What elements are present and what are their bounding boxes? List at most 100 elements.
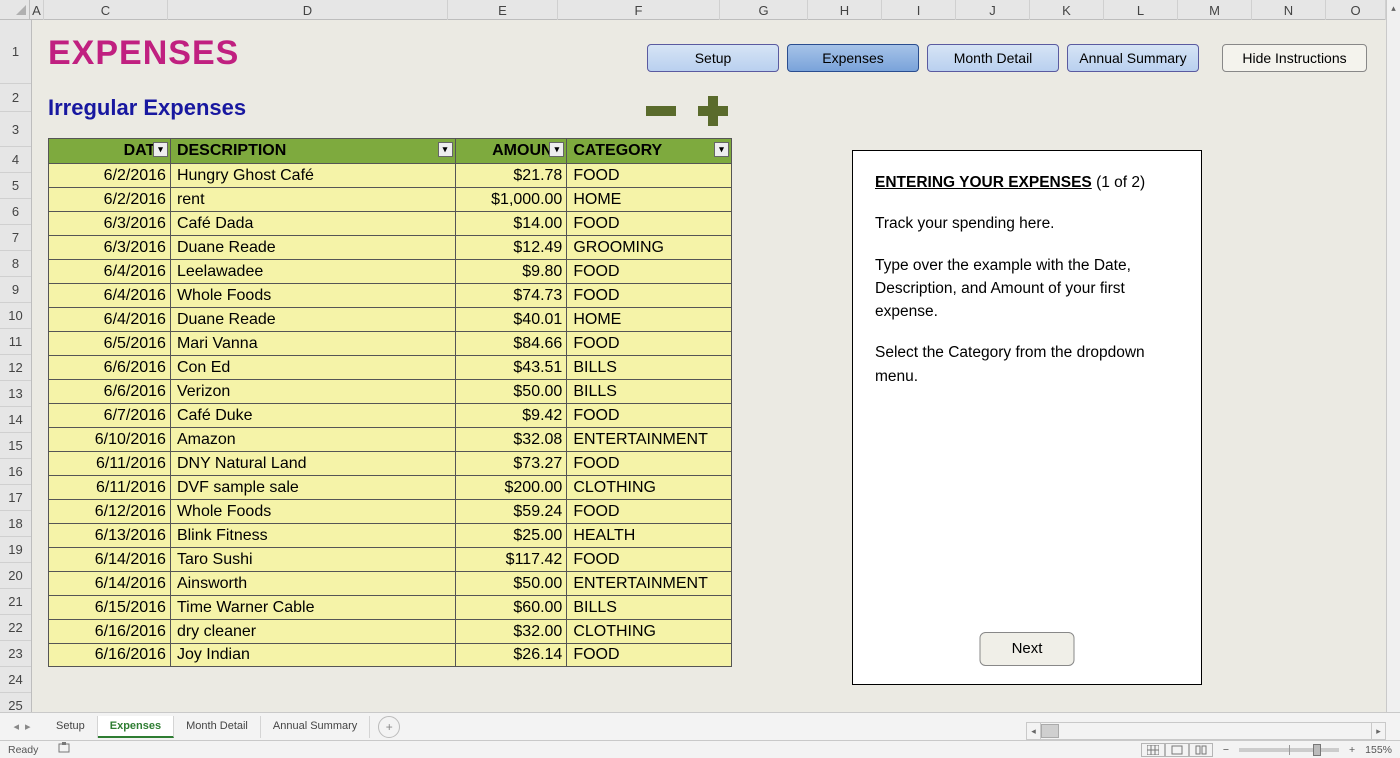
- column-header-D[interactable]: D: [168, 0, 448, 20]
- row-header-3[interactable]: 3: [0, 112, 31, 147]
- row-header-13[interactable]: 13: [0, 381, 31, 407]
- sheet-nav-arrows[interactable]: ◂▸: [0, 720, 44, 733]
- cell-date[interactable]: 6/14/2016: [49, 548, 171, 572]
- select-all-corner[interactable]: [0, 0, 30, 20]
- scroll-right-arrow[interactable]: ▸: [1371, 723, 1385, 739]
- cell-cat[interactable]: FOOD: [567, 212, 732, 236]
- row-header-17[interactable]: 17: [0, 485, 31, 511]
- cell-cat[interactable]: HOME: [567, 308, 732, 332]
- cell-desc[interactable]: Café Duke: [170, 404, 455, 428]
- next-button[interactable]: Next: [980, 632, 1075, 666]
- cell-date[interactable]: 6/11/2016: [49, 452, 171, 476]
- cell-cat[interactable]: FOOD: [567, 164, 732, 188]
- cell-date[interactable]: 6/4/2016: [49, 260, 171, 284]
- cell-amt[interactable]: $14.00: [455, 212, 567, 236]
- zoom-level[interactable]: 155%: [1365, 744, 1392, 756]
- cell-amt[interactable]: $200.00: [455, 476, 567, 500]
- column-header-M[interactable]: M: [1178, 0, 1252, 20]
- column-header-I[interactable]: I: [882, 0, 956, 20]
- nav-button-month-detail[interactable]: Month Detail: [927, 44, 1059, 72]
- cell-amt[interactable]: $9.80: [455, 260, 567, 284]
- filter-dropdown-icon[interactable]: ▾: [153, 142, 168, 157]
- table-header-description[interactable]: DESCRIPTION▾: [170, 139, 455, 164]
- cell-cat[interactable]: ENTERTAINMENT: [567, 572, 732, 596]
- nav-button-setup[interactable]: Setup: [647, 44, 779, 72]
- cell-cat[interactable]: CLOTHING: [567, 476, 732, 500]
- table-row[interactable]: 6/11/2016DVF sample sale$200.00CLOTHING: [49, 476, 732, 500]
- column-header-O[interactable]: O: [1326, 0, 1386, 20]
- cell-amt[interactable]: $25.00: [455, 524, 567, 548]
- table-header-amount[interactable]: AMOUNT▾: [455, 139, 567, 164]
- zoom-out-button[interactable]: −: [1223, 744, 1229, 756]
- cell-cat[interactable]: HOME: [567, 188, 732, 212]
- filter-dropdown-icon[interactable]: ▾: [549, 142, 564, 157]
- cell-cat[interactable]: HEALTH: [567, 524, 732, 548]
- cell-cat[interactable]: FOOD: [567, 284, 732, 308]
- cell-date[interactable]: 6/3/2016: [49, 212, 171, 236]
- row-header-14[interactable]: 14: [0, 407, 31, 433]
- cell-cat[interactable]: BILLS: [567, 356, 732, 380]
- zoom-slider[interactable]: [1239, 748, 1339, 752]
- cell-date[interactable]: 6/6/2016: [49, 380, 171, 404]
- row-header-15[interactable]: 15: [0, 433, 31, 459]
- cell-desc[interactable]: DNY Natural Land: [170, 452, 455, 476]
- cell-amt[interactable]: $21.78: [455, 164, 567, 188]
- plus-icon[interactable]: [694, 92, 732, 130]
- filter-dropdown-icon[interactable]: ▾: [438, 142, 453, 157]
- cell-amt[interactable]: $12.49: [455, 236, 567, 260]
- cell-cat[interactable]: FOOD: [567, 260, 732, 284]
- cell-amt[interactable]: $74.73: [455, 284, 567, 308]
- minus-icon[interactable]: [642, 92, 680, 130]
- cell-date[interactable]: 6/6/2016: [49, 356, 171, 380]
- cell-cat[interactable]: FOOD: [567, 644, 732, 667]
- cell-amt[interactable]: $40.01: [455, 308, 567, 332]
- cell-cat[interactable]: GROOMING: [567, 236, 732, 260]
- cell-desc[interactable]: Amazon: [170, 428, 455, 452]
- cell-desc[interactable]: Café Dada: [170, 212, 455, 236]
- normal-view-icon[interactable]: [1141, 743, 1165, 757]
- row-header-19[interactable]: 19: [0, 537, 31, 563]
- row-header-5[interactable]: 5: [0, 173, 31, 199]
- cell-cat[interactable]: FOOD: [567, 332, 732, 356]
- cell-desc[interactable]: Duane Reade: [170, 236, 455, 260]
- row-header-1[interactable]: 1: [0, 20, 31, 84]
- table-row[interactable]: 6/12/2016Whole Foods$59.24FOOD: [49, 500, 732, 524]
- cell-cat[interactable]: BILLS: [567, 380, 732, 404]
- row-header-20[interactable]: 20: [0, 563, 31, 589]
- cell-desc[interactable]: Taro Sushi: [170, 548, 455, 572]
- cell-amt[interactable]: $50.00: [455, 572, 567, 596]
- macro-recorder-icon[interactable]: [58, 742, 72, 757]
- zoom-in-button[interactable]: +: [1349, 744, 1355, 756]
- page-break-view-icon[interactable]: [1189, 743, 1213, 757]
- cell-amt[interactable]: $60.00: [455, 596, 567, 620]
- row-header-23[interactable]: 23: [0, 641, 31, 667]
- table-row[interactable]: 6/13/2016Blink Fitness$25.00HEALTH: [49, 524, 732, 548]
- cell-date[interactable]: 6/5/2016: [49, 332, 171, 356]
- cell-cat[interactable]: FOOD: [567, 452, 732, 476]
- table-row[interactable]: 6/15/2016Time Warner Cable$60.00BILLS: [49, 596, 732, 620]
- view-mode-icons[interactable]: [1141, 743, 1213, 757]
- cell-amt[interactable]: $84.66: [455, 332, 567, 356]
- column-header-E[interactable]: E: [448, 0, 558, 20]
- table-row[interactable]: 6/5/2016Mari Vanna$84.66FOOD: [49, 332, 732, 356]
- cell-desc[interactable]: Mari Vanna: [170, 332, 455, 356]
- cell-date[interactable]: 6/14/2016: [49, 572, 171, 596]
- cell-amt[interactable]: $73.27: [455, 452, 567, 476]
- cell-desc[interactable]: DVF sample sale: [170, 476, 455, 500]
- cell-amt[interactable]: $59.24: [455, 500, 567, 524]
- cell-date[interactable]: 6/4/2016: [49, 284, 171, 308]
- cell-amt[interactable]: $26.14: [455, 644, 567, 667]
- cell-desc[interactable]: rent: [170, 188, 455, 212]
- row-header-21[interactable]: 21: [0, 589, 31, 615]
- cell-desc[interactable]: Hungry Ghost Café: [170, 164, 455, 188]
- column-header-L[interactable]: L: [1104, 0, 1178, 20]
- column-header-G[interactable]: G: [720, 0, 808, 20]
- row-header-2[interactable]: 2: [0, 84, 31, 112]
- add-sheet-button[interactable]: +: [378, 716, 400, 738]
- column-header-J[interactable]: J: [956, 0, 1030, 20]
- cell-date[interactable]: 6/15/2016: [49, 596, 171, 620]
- table-row[interactable]: 6/3/2016Café Dada$14.00FOOD: [49, 212, 732, 236]
- cell-cat[interactable]: FOOD: [567, 500, 732, 524]
- table-row[interactable]: 6/6/2016Verizon$50.00BILLS: [49, 380, 732, 404]
- cell-amt[interactable]: $32.08: [455, 428, 567, 452]
